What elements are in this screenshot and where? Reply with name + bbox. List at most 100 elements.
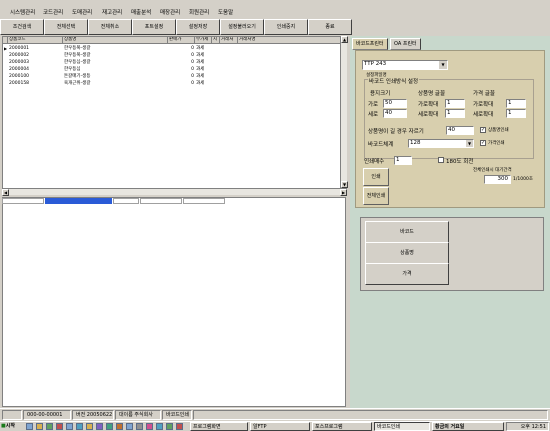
menu-store[interactable]: 매장관리 [160, 8, 180, 16]
cell-code[interactable]: 2000004 [8, 66, 63, 73]
quicklaunch-app-icon[interactable] [86, 423, 93, 430]
price-vzoom-input[interactable]: 1 [506, 109, 526, 118]
tab-oa-printer[interactable]: OA 프린터 [390, 38, 421, 50]
quicklaunch-app-icon[interactable] [156, 423, 163, 430]
truncate-length-input[interactable]: 40 [446, 126, 474, 135]
cell-code[interactable]: 2000001 [8, 45, 63, 52]
exit-button[interactable]: 종료 [308, 19, 352, 35]
menu-sales-analysis[interactable]: 매출분석 [131, 8, 151, 16]
col-header-tax[interactable]: 부가세 [195, 37, 212, 44]
price-hzoom-input[interactable]: 1 [506, 99, 526, 108]
grid-vertical-scrollbar[interactable]: ▲ ▼ [340, 36, 348, 188]
printer-model-select[interactable]: TTP 243 ▼ [362, 60, 448, 70]
quicklaunch-app-icon[interactable] [46, 423, 53, 430]
interval-input[interactable]: 300 [484, 175, 511, 184]
cell-name[interactable]: 한우등복-생갈 [63, 52, 168, 59]
cell-name[interactable]: 돈갈매기-생등 [63, 73, 168, 80]
cell-price[interactable]: 0 [168, 45, 195, 52]
cell-name[interactable]: 한우등심-생갈 [63, 59, 168, 66]
print-item-barcode-button[interactable]: 바코드 [365, 221, 449, 243]
menu-system[interactable]: 시스템관리 [10, 8, 35, 16]
menu-code[interactable]: 코드관리 [43, 8, 63, 16]
cell-tax[interactable]: 과세 [195, 73, 212, 80]
quicklaunch-app-icon[interactable] [166, 423, 173, 430]
quicklaunch-app-icon[interactable] [56, 423, 63, 430]
scroll-up-icon[interactable]: ▲ [341, 36, 348, 43]
cell-price[interactable]: 0 [168, 80, 195, 87]
quicklaunch-app-icon[interactable] [136, 423, 143, 430]
chevron-down-icon[interactable]: ▼ [439, 61, 447, 69]
search-condition-button[interactable]: 조건검색 [0, 19, 44, 35]
name-vzoom-input[interactable]: 1 [445, 109, 465, 118]
copies-input[interactable]: 1 [394, 156, 412, 165]
cell-price[interactable]: 0 [168, 52, 195, 59]
chevron-down-icon[interactable]: ▼ [466, 140, 473, 147]
cell-tax[interactable]: 과세 [195, 66, 212, 73]
quicklaunch-app-icon[interactable] [96, 423, 103, 430]
cell-name[interactable]: 육개근위-생갈 [63, 80, 168, 87]
table-row[interactable]: ▶ 2000001 한우등복-생갈 0 과세 [3, 45, 343, 52]
select-all-button[interactable]: 전체선택 [44, 19, 88, 35]
cell-price[interactable]: 0 [168, 66, 195, 73]
save-settings-button[interactable]: 설정저장 [176, 19, 220, 35]
print-all-button[interactable]: 전체인쇄 [363, 187, 389, 205]
rotate-checkbox[interactable] [438, 157, 444, 163]
quicklaunch-app-icon[interactable] [146, 423, 153, 430]
cell-code[interactable]: 2000002 [8, 52, 63, 59]
print-item-price-button[interactable]: 가격 [365, 263, 449, 285]
table-row[interactable]: 2000003 한우등심-생갈 0 과세 [3, 59, 343, 66]
col-header-vendor-name[interactable]: 거래처명 [238, 37, 343, 44]
menu-member[interactable]: 회원관리 [189, 8, 209, 16]
menu-help[interactable]: 도움말 [218, 8, 233, 16]
deselect-all-button[interactable]: 전체취소 [88, 19, 132, 35]
print-item-name-button[interactable]: 상품명 [365, 242, 449, 264]
menu-inventory[interactable]: 재고관리 [102, 8, 122, 16]
cell-tax[interactable]: 과세 [195, 52, 212, 59]
cell-code[interactable]: 2000100 [8, 73, 63, 80]
scroll-down-icon[interactable]: ▼ [341, 181, 348, 188]
col-header-vendor[interactable]: 거래처 [220, 37, 238, 44]
rotate-label: 180도 회전 [446, 159, 474, 165]
quicklaunch-app-icon[interactable] [106, 423, 113, 430]
col-header-code[interactable]: 상품코드 [8, 37, 63, 44]
cell-tax[interactable]: 과세 [195, 59, 212, 66]
col-header-flag[interactable]: 지 [212, 37, 220, 44]
cell-code[interactable]: 2000003 [8, 59, 63, 66]
quicklaunch-app-icon[interactable] [76, 423, 83, 430]
paper-height-input[interactable]: 40 [383, 109, 407, 118]
cell-price[interactable]: 0 [168, 59, 195, 66]
stop-print-button[interactable]: 인쇄중지 [264, 19, 308, 35]
cell-name[interactable]: 한우등복-생갈 [63, 45, 168, 52]
paper-width-input[interactable]: 50 [383, 99, 407, 108]
cell-tax[interactable]: 과세 [195, 45, 212, 52]
cell-tax[interactable]: 과세 [195, 80, 212, 87]
barcode-system-select[interactable]: 128 ▼ [408, 139, 474, 148]
quicklaunch-app-icon[interactable] [176, 423, 183, 430]
tab-barcode-printer[interactable]: 바코드프린터 [352, 38, 388, 50]
print-name-checkbox[interactable]: ✓ [480, 127, 486, 133]
print-price-checkbox[interactable]: ✓ [480, 140, 486, 146]
cell-code[interactable]: 2000158 [8, 80, 63, 87]
name-hzoom-input[interactable]: 1 [445, 99, 465, 108]
col-header-price[interactable]: 판매가 [168, 37, 195, 44]
cell-price[interactable]: 0 [168, 73, 195, 80]
table-row[interactable]: 2000002 한우등복-생갈 0 과세 [3, 52, 343, 59]
scroll-left-icon[interactable]: ◀ [2, 189, 9, 196]
col-header-name[interactable]: 상품명 [63, 37, 168, 44]
port-settings-button[interactable]: 포트설정 [132, 19, 176, 35]
quicklaunch-app-icon[interactable] [116, 423, 123, 430]
scroll-right-icon[interactable]: ▶ [340, 189, 347, 196]
quicklaunch-app-icon[interactable] [66, 423, 73, 430]
table-row[interactable]: 2000004 한우등심 0 과세 [3, 66, 343, 73]
cell-name[interactable]: 한우등심 [63, 66, 168, 73]
table-row[interactable]: 2000158 육개근위-생갈 0 과세 [3, 80, 343, 87]
paper-height-label: 세로 [368, 112, 379, 118]
menu-wholesale[interactable]: 도매관리 [72, 8, 92, 16]
quicklaunch-app-icon[interactable] [126, 423, 133, 430]
print-button[interactable]: 인쇄 [363, 168, 389, 186]
table-row[interactable]: 2000100 돈갈매기-생등 0 과세 [3, 73, 343, 80]
load-settings-button[interactable]: 설정불러오기 [220, 19, 264, 35]
quicklaunch-folder-icon[interactable] [36, 423, 43, 430]
grid-horizontal-scrollbar[interactable]: ◀ ▶ [2, 188, 347, 196]
quicklaunch-ie-icon[interactable] [26, 423, 33, 430]
